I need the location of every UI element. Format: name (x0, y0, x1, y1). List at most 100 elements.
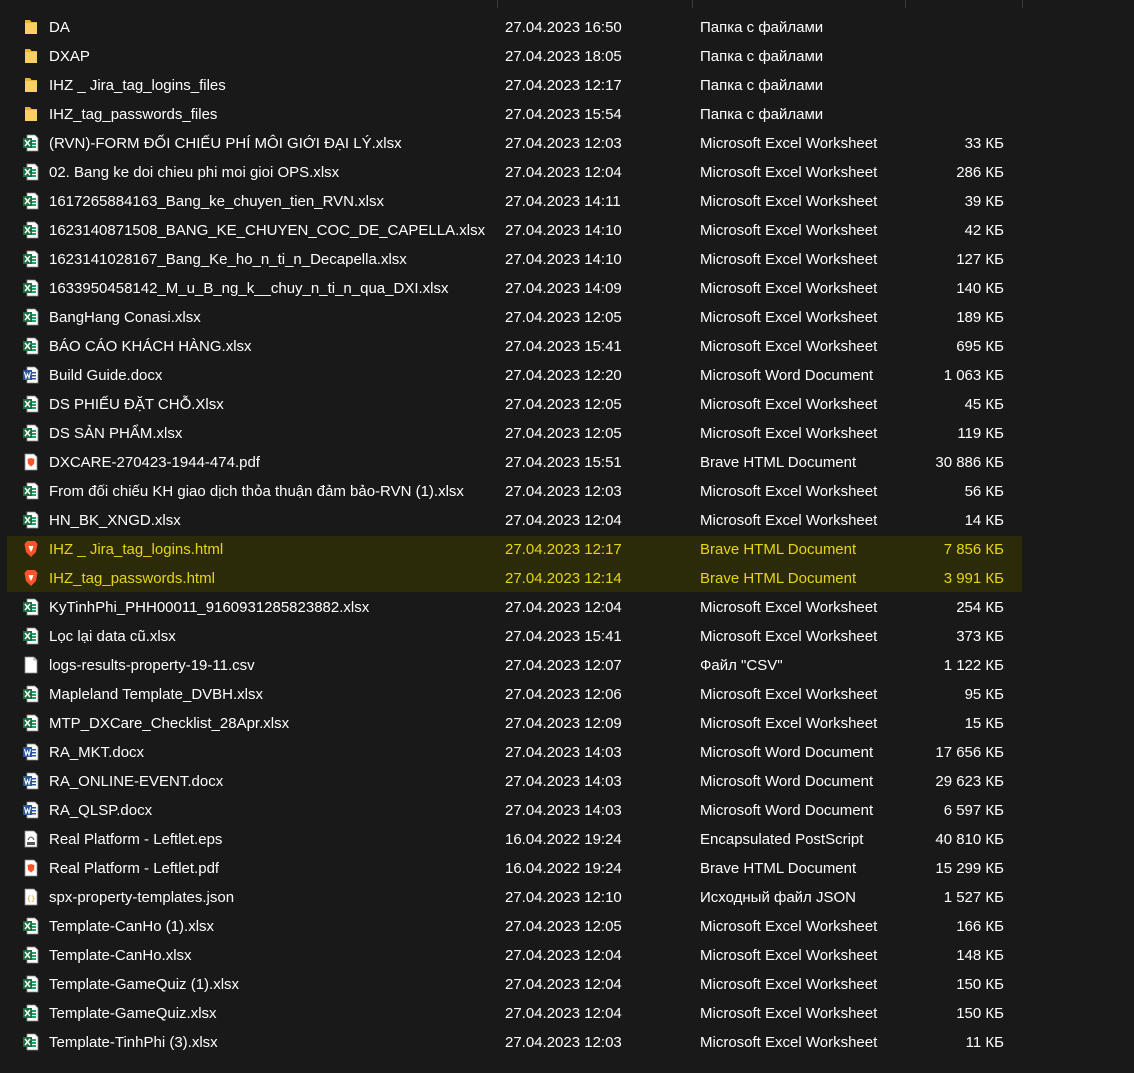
column-divider[interactable] (692, 0, 693, 8)
column-divider[interactable] (905, 0, 906, 8)
file-name: Template-GameQuiz.xlsx (49, 1005, 217, 1022)
file-name: 02. Bang ke doi chieu phi moi gioi OPS.x… (49, 164, 340, 181)
file-row[interactable]: 1633950458142_M_u_B_ng_k__chuy_n_ti_n_qu… (0, 274, 1134, 303)
file-name: 1623141028167_Bang_Ke_ho_n_ti_n_Decapell… (49, 251, 407, 268)
file-name: logs-results-property-19-11.csv (49, 657, 255, 674)
file-row[interactable]: Template-CanHo.xlsx 27.04.2023 12:04 Micro… (0, 941, 1134, 970)
file-row[interactable]: 1617265884163_Bang_ke_chuyen_tien_RVN.xl… (0, 187, 1134, 216)
file-row[interactable]: Template-GameQuiz (1).xlsx 27.04.2023 12:… (0, 970, 1134, 999)
file-row[interactable]: Template-CanHo (1).xlsx 27.04.2023 12:05 M… (0, 912, 1134, 941)
file-row[interactable]: (RVN)-FORM ĐỐI CHIẾU PHÍ MÔI GIỚI ĐẠI LÝ… (0, 129, 1134, 158)
file-type: Brave HTML Document (700, 570, 857, 587)
file-row[interactable]: Real Platform - Leftlet.eps 16.04.2022 19… (0, 825, 1134, 854)
file-type: Brave HTML Document (700, 454, 857, 471)
folder-icon (22, 105, 40, 123)
pdf-icon (22, 859, 40, 877)
file-row[interactable]: 1623140871508_BANG_KE_CHUYEN_COC_DE_CAPE… (0, 216, 1134, 245)
file-type: Microsoft Word Document (700, 802, 874, 819)
eps-icon (22, 830, 40, 848)
file-row[interactable]: RA_QLSP.docx 27.04.2023 14:03 Microsoft Wo… (0, 796, 1134, 825)
file-type: Microsoft Excel Worksheet (700, 599, 878, 616)
file-type: Microsoft Excel Worksheet (700, 425, 878, 442)
file-date-modified: 27.04.2023 15:54 (505, 106, 622, 123)
column-divider[interactable] (497, 0, 498, 8)
file-size: 1 527 КБ (943, 889, 1004, 906)
file-row[interactable]: 1623141028167_Bang_Ke_ho_n_ti_n_Decapell… (0, 245, 1134, 274)
file-row[interactable]: logs-results-property-19-11.csv 27.04.202… (0, 651, 1134, 680)
file-date-modified: 27.04.2023 12:04 (505, 976, 622, 993)
file-type: Microsoft Word Document (700, 744, 874, 761)
file-row[interactable]: DA 27.04.2023 16:50 Папка с файлами (0, 13, 1134, 42)
file-type: Encapsulated PostScript (700, 831, 864, 848)
file-type: Microsoft Word Document (700, 773, 874, 790)
file-date-modified: 27.04.2023 12:04 (505, 599, 622, 616)
file-size: 6 597 КБ (943, 802, 1004, 819)
file-row[interactable]: MTP_DXCare_Checklist_28Apr.xlsx 27.04.202… (0, 709, 1134, 738)
file-date-modified: 27.04.2023 12:07 (505, 657, 622, 674)
file-row[interactable]: 02. Bang ke doi chieu phi moi gioi OPS.x… (0, 158, 1134, 187)
svg-text:{}: {} (27, 895, 35, 903)
file-row[interactable]: IHZ_tag_passwords_files 27.04.2023 15:54 П… (0, 100, 1134, 129)
file-type: Microsoft Excel Worksheet (700, 309, 878, 326)
file-row[interactable]: BangHang Conasi.xlsx 27.04.2023 12:05 Micr… (0, 303, 1134, 332)
file-size: 150 КБ (956, 1005, 1004, 1022)
column-divider[interactable] (1022, 0, 1023, 8)
file-size: 254 КБ (956, 599, 1004, 616)
file-row[interactable]: IHZ _ Jira_tag_logins.html 27.04.2023 12:… (0, 535, 1134, 564)
folder-icon (22, 18, 40, 36)
file-size: 7 856 КБ (943, 541, 1004, 558)
file-name: IHZ _ Jira_tag_logins.html (49, 541, 224, 558)
file-row[interactable]: Build Guide.docx 27.04.2023 12:20 Microsof… (0, 361, 1134, 390)
file-type: Microsoft Excel Worksheet (700, 222, 878, 239)
file-row[interactable]: DXAP 27.04.2023 18:05 Папка с файлами (0, 42, 1134, 71)
file-row[interactable]: DXCARE-270423-1944-474.pdf 27.04.2023 15:… (0, 448, 1134, 477)
excel-icon (22, 627, 40, 645)
file-row[interactable]: IHZ _ Jira_tag_logins_files 27.04.2023 12… (0, 71, 1134, 100)
file-row[interactable]: Mapleland Template_DVBH.xlsx 27.04.2023 1… (0, 680, 1134, 709)
folder-icon (22, 76, 40, 94)
file-type: Microsoft Excel Worksheet (700, 715, 878, 732)
file-row[interactable]: RA_MKT.docx 27.04.2023 14:03 Microsoft Wor… (0, 738, 1134, 767)
file-row[interactable]: BÁO CÁO KHÁCH HÀNG.xlsx 27.04.2023 15:41 M… (0, 332, 1134, 361)
word-icon (22, 366, 40, 384)
csv-icon (22, 656, 40, 674)
file-name: Real Platform - Leftlet.eps (49, 831, 223, 848)
file-size: 30 886 КБ (935, 454, 1004, 471)
file-type: Brave HTML Document (700, 860, 857, 877)
file-type: Microsoft Excel Worksheet (700, 918, 878, 935)
file-date-modified: 27.04.2023 12:05 (505, 425, 622, 442)
file-type: Папка с файлами (700, 106, 824, 123)
file-size: 33 КБ (964, 135, 1004, 152)
file-row[interactable]: From đối chiếu KH giao dịch thỏa thuận đ… (0, 477, 1134, 506)
file-date-modified: 27.04.2023 12:05 (505, 918, 622, 935)
file-row[interactable]: Lọc lại data cũ.xlsx 27.04.2023 15:41 Micr… (0, 622, 1134, 651)
file-name: 1623140871508_BANG_KE_CHUYEN_COC_DE_CAPE… (49, 222, 486, 239)
file-row[interactable]: RA_ONLINE-EVENT.docx 27.04.2023 14:03 Micr… (0, 767, 1134, 796)
json-icon: {} (22, 888, 40, 906)
file-list: DA 27.04.2023 16:50 Папка с файлами DXAP 27.… (0, 0, 1134, 1073)
excel-icon (22, 221, 40, 239)
file-row[interactable]: IHZ_tag_passwords.html 27.04.2023 12:14 Br… (0, 564, 1134, 593)
file-row[interactable]: DS PHIẾU ĐẶT CHỖ.Xlsx 27.04.2023 12:05 Mic… (0, 390, 1134, 419)
file-type: Microsoft Excel Worksheet (700, 338, 878, 355)
file-date-modified: 27.04.2023 12:04 (505, 512, 622, 529)
file-row[interactable]: DS SẢN PHẨM.xlsx 27.04.2023 12:05 Microsof… (0, 419, 1134, 448)
file-date-modified: 27.04.2023 15:51 (505, 454, 622, 471)
file-row[interactable]: KyTinhPhi_PHH00011_9160931285823882.xlsx… (0, 593, 1134, 622)
file-date-modified: 27.04.2023 12:09 (505, 715, 622, 732)
file-row[interactable]: Template-TinhPhi (3).xlsx 27.04.2023 12:0… (0, 1028, 1134, 1057)
file-row[interactable]: {} spx-property-templates.json 27.04.2023 … (0, 883, 1134, 912)
file-type: Папка с файлами (700, 77, 824, 94)
file-name: spx-property-templates.json (49, 889, 235, 906)
file-row[interactable]: Real Platform - Leftlet.pdf 16.04.2022 19… (0, 854, 1134, 883)
file-row[interactable]: Template-GameQuiz.xlsx 27.04.2023 12:04 Mi… (0, 999, 1134, 1028)
file-row[interactable]: HN_BK_XNGD.xlsx 27.04.2023 12:04 Microsoft… (0, 506, 1134, 535)
file-date-modified: 27.04.2023 12:05 (505, 396, 622, 413)
excel-icon (22, 1033, 40, 1051)
file-size: 373 КБ (956, 628, 1004, 645)
file-name: HN_BK_XNGD.xlsx (49, 512, 181, 529)
file-type: Microsoft Excel Worksheet (700, 1034, 878, 1051)
excel-icon (22, 192, 40, 210)
word-icon (22, 743, 40, 761)
file-size: 189 КБ (956, 309, 1004, 326)
